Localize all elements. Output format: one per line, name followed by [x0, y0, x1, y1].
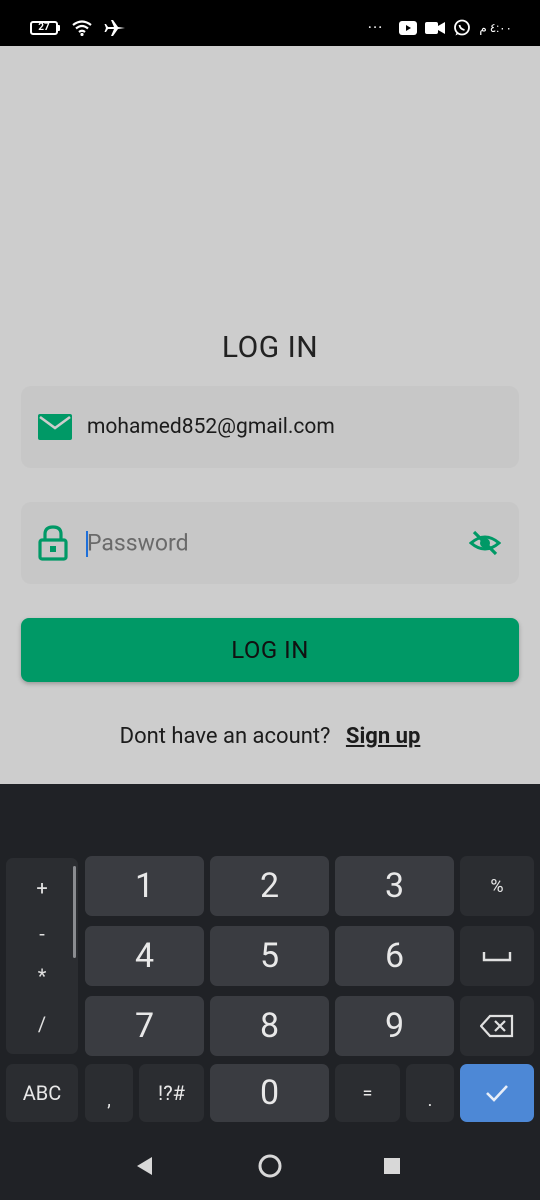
- period-key[interactable]: .: [406, 1064, 454, 1122]
- status-left-icons: 27: [30, 18, 126, 38]
- key-4[interactable]: 4: [85, 926, 204, 986]
- status-bar: 27 ··· ٤:٠٠ م: [0, 0, 540, 46]
- email-value: mohamed852@gmail.com: [87, 415, 335, 439]
- status-right-icons: ··· ٤:٠٠ م: [368, 18, 512, 37]
- key-1[interactable]: 1: [85, 856, 204, 916]
- key-0[interactable]: 0: [210, 1064, 329, 1122]
- recents-icon[interactable]: [384, 1158, 400, 1174]
- comma-key[interactable]: ,: [85, 1064, 133, 1122]
- back-icon[interactable]: [136, 1156, 154, 1176]
- wifi-icon: [72, 20, 92, 36]
- signup-link[interactable]: Sign up: [346, 724, 420, 749]
- video-camera-icon: [425, 21, 446, 34]
- key-5[interactable]: 5: [210, 926, 329, 986]
- battery-icon: 27: [30, 21, 60, 35]
- home-icon[interactable]: [257, 1153, 283, 1179]
- more-notifications-icon: ···: [367, 18, 384, 37]
- enter-key[interactable]: [460, 1064, 534, 1122]
- page-title: LOG IN: [221, 330, 319, 365]
- eye-off-icon[interactable]: [469, 529, 501, 557]
- symbols-key[interactable]: !?#: [139, 1064, 204, 1122]
- operator-scroll-indicator: [73, 866, 76, 958]
- navigation-bar: [0, 1134, 540, 1200]
- key-9[interactable]: 9: [335, 996, 454, 1056]
- signup-prompt: Dont have an acount?: [119, 724, 331, 749]
- login-button[interactable]: LOG IN: [21, 618, 519, 682]
- key-7[interactable]: 7: [85, 996, 204, 1056]
- envelope-icon: [38, 414, 72, 440]
- email-field[interactable]: mohamed852@gmail.com: [21, 386, 519, 468]
- whatsapp-icon: [454, 19, 471, 35]
- space-key[interactable]: [460, 926, 534, 986]
- key-6[interactable]: 6: [335, 926, 454, 986]
- equals-key[interactable]: =: [335, 1064, 400, 1122]
- key-8[interactable]: 8: [210, 996, 329, 1056]
- multiply-key[interactable]: *: [6, 964, 78, 988]
- key-2[interactable]: 2: [210, 856, 329, 916]
- battery-level: 27: [30, 21, 58, 35]
- clock: ٤:٠٠ م: [479, 20, 512, 35]
- checkmark-icon: [486, 1085, 508, 1102]
- youtube-icon: [399, 20, 418, 35]
- lock-icon: [38, 525, 68, 561]
- password-placeholder: Password: [87, 529, 189, 557]
- abc-key[interactable]: ABC: [6, 1064, 78, 1122]
- divide-key[interactable]: /: [6, 1012, 78, 1036]
- minus-key[interactable]: -: [6, 922, 78, 946]
- signup-row: Dont have an acount? Sign up: [0, 724, 540, 749]
- password-field[interactable]: Password: [21, 502, 519, 584]
- backspace-icon: [480, 1014, 514, 1038]
- airplane-mode-icon: [104, 20, 125, 36]
- key-3[interactable]: 3: [335, 856, 454, 916]
- plus-key[interactable]: +: [6, 876, 78, 900]
- space-icon: [482, 952, 512, 962]
- backspace-key[interactable]: [460, 996, 534, 1056]
- percent-key[interactable]: %: [460, 856, 534, 916]
